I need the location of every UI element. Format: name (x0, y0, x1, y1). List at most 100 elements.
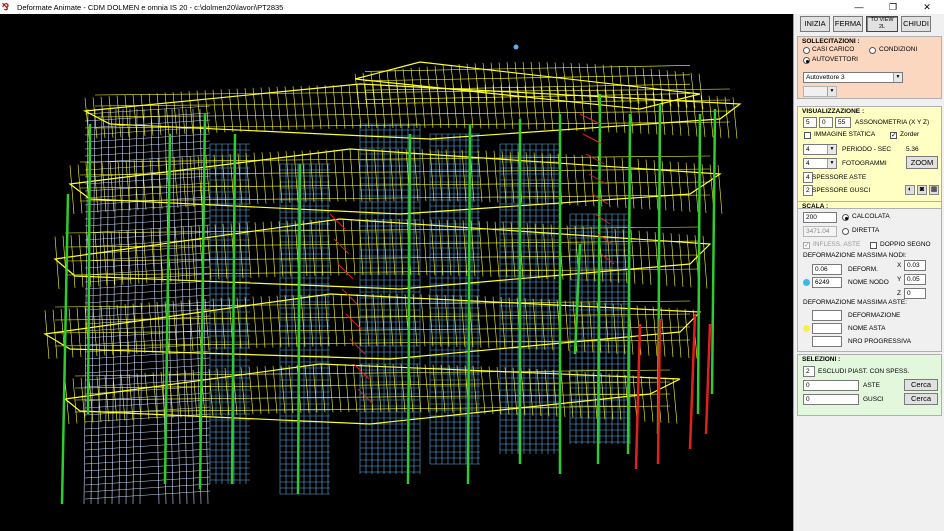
floor-slab-mesh-line (72, 378, 78, 424)
maximize-button[interactable]: ❐ (876, 0, 910, 14)
image-icon[interactable]: ▦ (929, 185, 939, 195)
floor-slab-mesh-line (564, 300, 570, 352)
axis-z-input[interactable]: 55 (835, 117, 851, 128)
floor-slab-mesh-line (613, 157, 619, 208)
floor-slab-mesh-line (564, 87, 570, 131)
floor-slab-mesh-line (79, 181, 711, 189)
floor-slab-mesh-line (684, 309, 690, 359)
floor-slab-mesh-line (270, 221, 276, 277)
floor-slab-mesh-line (496, 366, 502, 415)
floor-slab-mesh-line (378, 71, 384, 107)
paint-icon[interactable]: ◐ (905, 185, 915, 195)
floor-slab-mesh-line (332, 294, 338, 347)
floor-slab-mesh-line (280, 365, 286, 414)
start-button[interactable]: INIZIA (800, 16, 830, 32)
secondary-select[interactable]: ▼ (803, 86, 837, 97)
column-line (696, 113, 702, 415)
immagine-statica-checkbox[interactable] (804, 132, 811, 139)
close-button[interactable]: CHIUDI (901, 16, 931, 32)
wall-grid-line (84, 462, 211, 472)
floor-slab-mesh-line (500, 296, 506, 349)
floor-slab-mesh-line (366, 219, 372, 276)
floor-slab-mesh-line (690, 72, 696, 109)
scala-group: SCALA : 200 CALCOLATA 3471.04 DIRETTA IN… (797, 201, 942, 352)
wall-grid-line (84, 434, 211, 444)
stop-button[interactable]: FERMA (833, 16, 863, 32)
floor-slab-mesh-line (484, 296, 490, 348)
floor-slab-mesh-line (644, 305, 650, 356)
floor-slab-mesh-line (94, 88, 731, 96)
floor-slab-mesh-line (544, 369, 550, 417)
view-button[interactable]: TO VIEW 2L (866, 16, 898, 32)
floor-slab-mesh-line (245, 153, 251, 205)
floor-slab-mesh-line (645, 159, 651, 210)
floor-slab-mesh-line (84, 97, 90, 140)
floor-slab-mesh-line (717, 165, 723, 214)
floor-slab-mesh-line (156, 93, 162, 136)
floor-slab-mesh-line (698, 73, 704, 109)
radio-casi-carico[interactable] (803, 47, 810, 54)
radio-autovettori[interactable] (803, 57, 810, 64)
floor-slab-mesh-line (620, 90, 626, 134)
floor-slab-mesh-line (286, 220, 292, 277)
floor-slab-mesh-line (434, 65, 440, 103)
floor-slab-mesh-line (126, 230, 132, 285)
floor-slab-mesh-line (116, 304, 122, 355)
floor-slab-mesh-line (108, 305, 114, 356)
brace-line (349, 338, 366, 355)
autovettore-select[interactable]: Autovettore 3 ▼ (803, 72, 903, 83)
gusci-input[interactable]: 0 (803, 394, 859, 405)
periodo-select[interactable]: 4 ▼ (803, 144, 837, 155)
floor-slab-mesh-line (304, 364, 310, 413)
column-line (466, 123, 472, 485)
floor-slab-mesh-line (132, 94, 138, 137)
floor-slab-mesh-line (94, 233, 100, 287)
condizioni-label: CONDIZIONI (879, 46, 918, 53)
floor-slab-mesh-line (692, 94, 698, 137)
infless-aste-checkbox[interactable] (803, 242, 810, 249)
zoom-button[interactable]: ZOOM (906, 156, 938, 169)
floor-slab-mesh-line (428, 294, 434, 347)
floor-slab-mesh-line (412, 294, 418, 347)
cerca-gusci-button[interactable]: Cerca (904, 393, 938, 405)
floor-slab-mesh-line (222, 223, 228, 279)
axis-x-input[interactable]: 5 (803, 117, 817, 128)
nome-nodo-output: 6249 (812, 277, 842, 288)
aste-input[interactable]: 0 (803, 380, 859, 391)
doppio-segno-checkbox[interactable] (870, 242, 877, 249)
radio-diretta[interactable] (842, 228, 849, 235)
structural-model-view (43, 44, 742, 505)
fotogrammi-select[interactable]: 4 ▼ (803, 158, 837, 169)
floor-slab-mesh-line (386, 70, 392, 107)
scale-input[interactable]: 200 (803, 212, 837, 223)
radio-condizioni[interactable] (869, 47, 876, 54)
x-output: 0.03 (904, 260, 926, 271)
zorder-checkbox[interactable] (890, 132, 897, 139)
floor-slab-mesh-line (421, 149, 427, 202)
cerca-aste-button[interactable]: Cerca (904, 379, 938, 391)
sollecitazioni-group: SOLLECITAZIONI : CASI CARICO CONDIZIONI … (797, 36, 942, 99)
brace-line (333, 238, 350, 255)
wall-grid-line (84, 448, 211, 458)
z-output: 0 (904, 288, 926, 299)
model-canvas[interactable] (0, 14, 793, 531)
radio-calcolata[interactable] (842, 214, 849, 221)
floor-slab-mesh-line (101, 162, 107, 213)
floor-slab-mesh-line (182, 226, 188, 281)
floor-slab-mesh-line (396, 294, 402, 347)
diretta-input[interactable]: 3471.04 (803, 226, 837, 237)
floor-slab-mesh-line (332, 84, 338, 129)
floor-slab-mesh-line (588, 301, 594, 353)
autovettore-select-value: Autovettore 3 (806, 74, 845, 81)
floor-slab-mesh-line (364, 65, 691, 72)
floor-slab-mesh-line (336, 364, 342, 413)
escludi-input[interactable]: 2 (803, 366, 815, 377)
axis-y-input[interactable]: 0 (819, 117, 833, 128)
floor-slab-mesh-line (284, 295, 290, 348)
floor-slab-mesh-line (52, 309, 58, 359)
minimize-button[interactable]: — (842, 0, 876, 14)
camera-icon[interactable]: ◙ (917, 185, 927, 195)
floor-slab-mesh-line (117, 161, 123, 212)
close-window-button[interactable]: ✕ (910, 0, 944, 14)
floor-slab-mesh-line (190, 225, 196, 281)
